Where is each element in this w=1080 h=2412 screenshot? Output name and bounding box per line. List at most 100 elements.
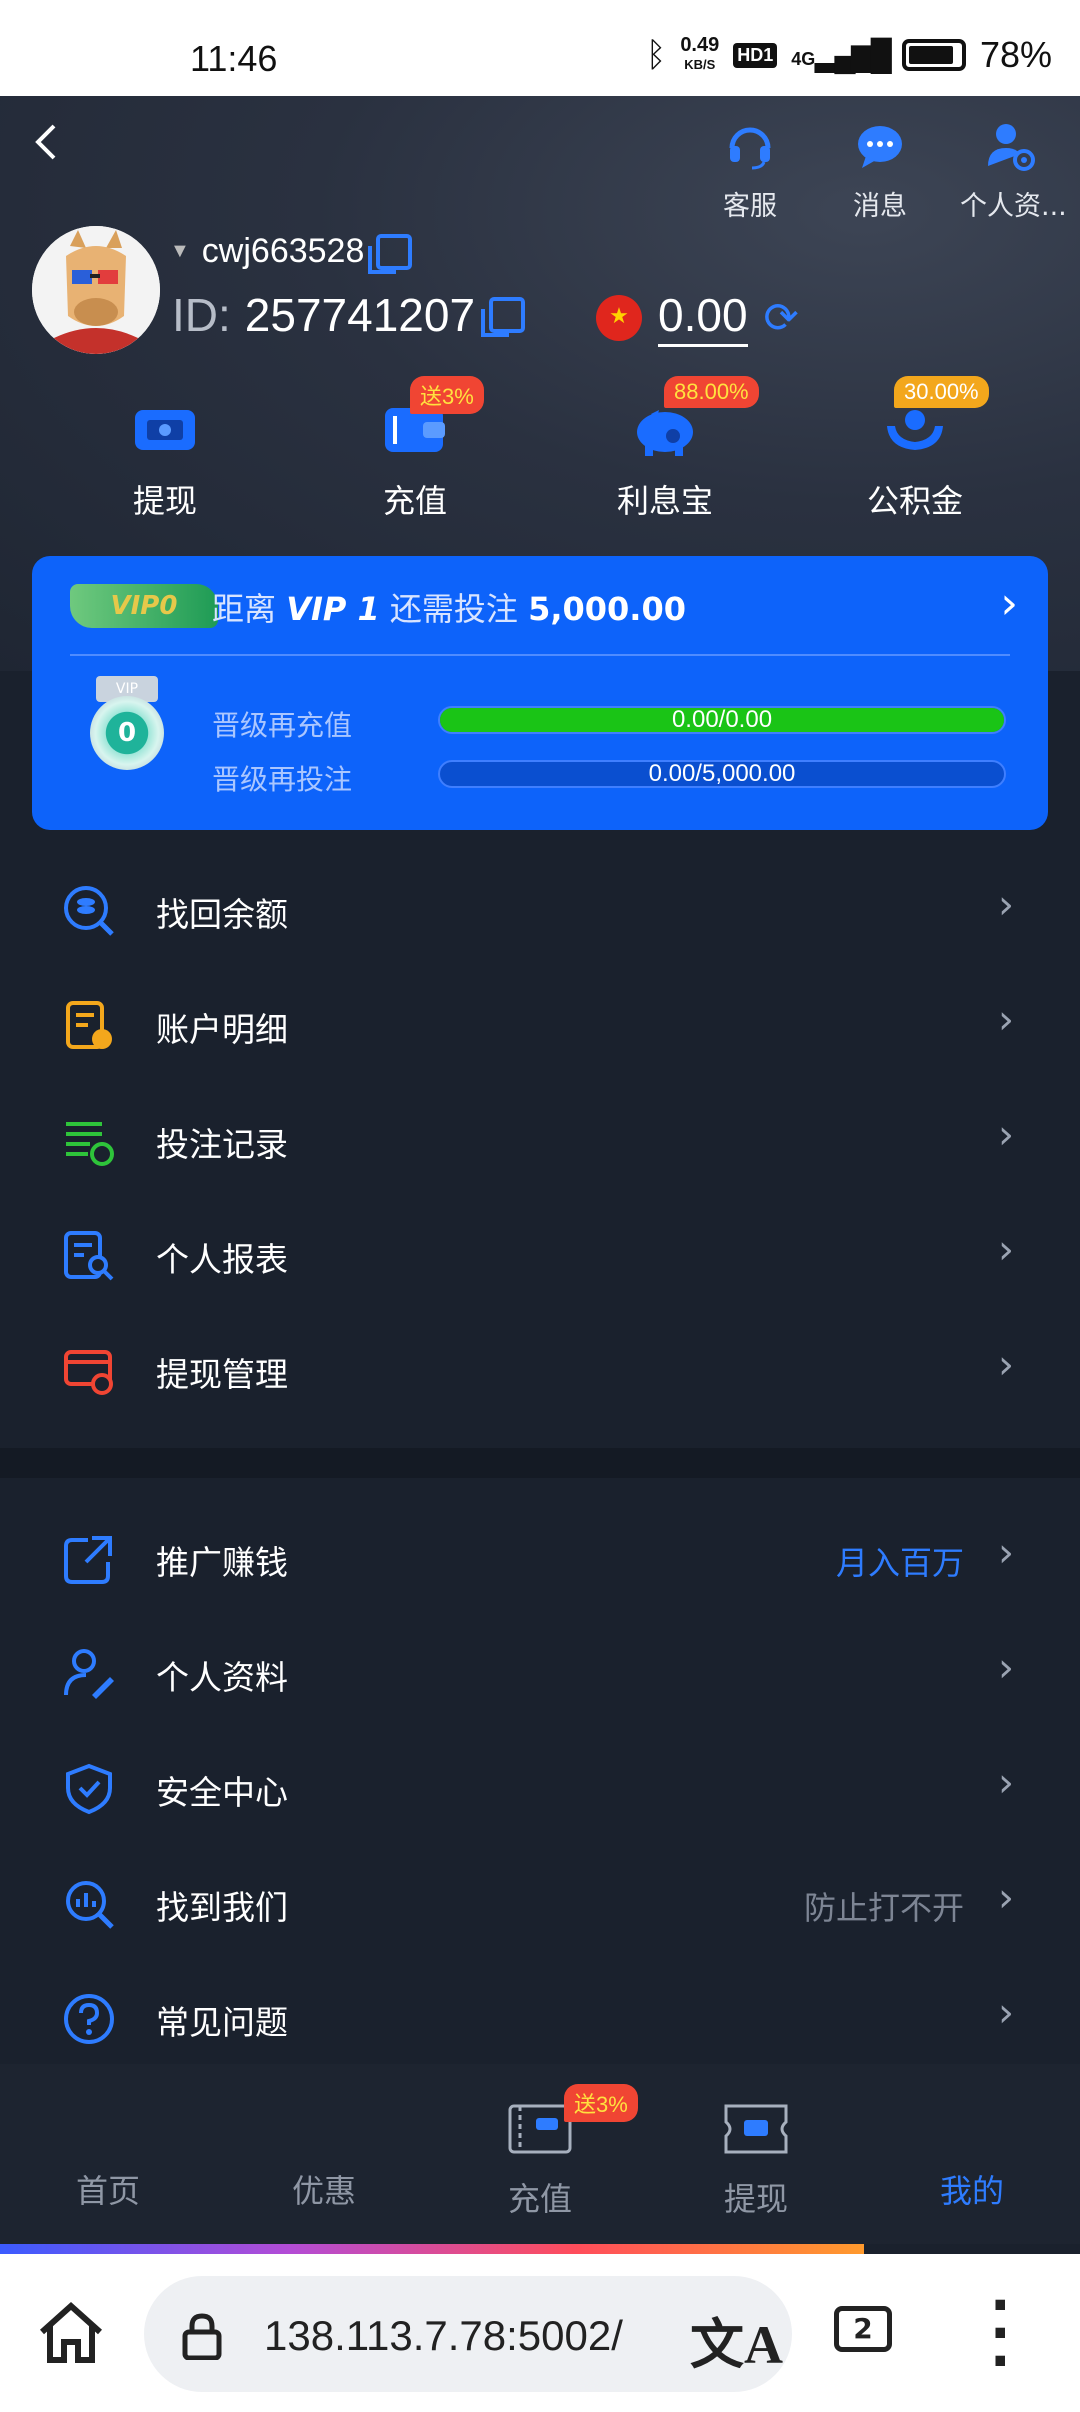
url-text: 138.113.7.78:5002/ [264,2312,623,2359]
quick-fund-label: 公积金 [866,482,963,520]
quick-fund-button[interactable]: 30.00% 公积金 [790,376,1040,522]
bet-progress-label: 晋级再投注 [212,763,353,796]
signal-icon: 4G▂▄▆█ [791,38,892,72]
account-menu: 找回余额 › 账户明细 › 投注记录 › 个人报表 › 提现管理 › [0,852,1080,1427]
bet-progress-bar: 0.00/5,000.00 [438,760,1006,788]
user-edit-icon [64,1649,114,1699]
network-speed: 0.49 KB/S [680,34,720,72]
menu-label: 账户明细 [156,1010,288,1049]
nav-label: 我的 [939,2172,1004,2210]
nav-promotions[interactable]: 优惠 [216,2166,432,2212]
bet-records-icon [66,1122,114,1166]
interest-rate-badge: 88.00% [664,376,759,408]
chevron-right-icon: › [998,1227,1014,1273]
customer-service-button[interactable]: 客服 [700,120,800,223]
menu-personal-report[interactable]: 个人报表 › [0,1197,1080,1312]
bottom-nav: 首页 优惠 送3% 充值 提现 我的 [0,2064,1080,2244]
nav-label: 充值 [507,2180,572,2218]
chevron-right-icon: › [998,1645,1014,1691]
nav-label: 首页 [75,2172,140,2210]
tab-count-button[interactable]: 2 [834,2306,892,2352]
menu-profile[interactable]: 个人资料 › [0,1615,1080,1730]
avatar[interactable] [32,226,160,354]
nav-label: 优惠 [291,2172,356,2210]
copy-id-icon[interactable] [481,297,526,337]
quick-withdraw-button[interactable]: 提现 [40,396,290,522]
vip-medal-icon: 0 [90,696,164,770]
chevron-right-icon: › [998,882,1014,928]
find-us-hint: 防止打不开 [803,1889,964,1927]
chevron-right-icon[interactable]: › [1000,578,1018,629]
status-time: 11:46 [190,38,278,79]
question-icon [64,1994,114,2044]
customer-service-label: 客服 [723,191,777,222]
menu-label: 找回余额 [156,895,288,934]
card-settings-icon [64,1350,113,1395]
chevron-right-icon: › [998,1530,1014,1576]
bluetooth-icon: ᛒ [645,35,667,74]
menu-faq[interactable]: 常见问题 › [0,1960,1080,2075]
more-menu-icon[interactable]: · · · [990,2279,1011,2389]
profile-info-button[interactable]: 个人资... [960,120,1067,223]
battery-percent: 78% [979,34,1052,75]
quick-withdraw-label: 提现 [132,482,197,520]
horse-avatar-icon [32,226,160,354]
nav-deposit[interactable]: 送3% 充值 [432,2084,648,2220]
chevron-right-icon: › [998,1990,1014,2036]
menu-label: 提现管理 [156,1355,288,1394]
messages-button[interactable]: 消息 [830,120,930,223]
menu-find-us[interactable]: 找到我们 防止打不开 › [0,1845,1080,1960]
section-divider [0,1448,1080,1478]
china-flag-icon: ★ [596,294,642,341]
shield-icon [66,1763,112,1815]
user-id: 257741207 [244,289,476,341]
id-label: ID: [172,289,231,341]
menu-label: 投注记录 [156,1125,288,1164]
home-icon[interactable] [36,2298,106,2368]
menu-label: 个人报表 [156,1240,288,1279]
recharge-progress-bar: 0.00/0.00 [438,706,1006,734]
nav-home[interactable]: 首页 [0,2166,216,2212]
status-icons: ᛒ 0.49 KB/S HD1 4G▂▄▆█ 78% [646,34,1052,76]
menu-label: 找到我们 [156,1888,288,1927]
menu-recover-balance[interactable]: 找回余额 › [0,852,1080,967]
lock-icon [182,2313,222,2360]
page-load-progress [0,2244,864,2254]
account-details-icon [66,1001,112,1049]
quick-interest-button[interactable]: 88.00% 利息宝 [540,376,790,522]
menu-label: 安全中心 [156,1773,288,1812]
quick-actions: 提现 送3% 充值 88.00% 利息宝 30.00% 公积金 [0,376,1080,522]
menu-security-center[interactable]: 安全中心 › [0,1730,1080,1845]
back-icon[interactable] [30,120,60,175]
dropdown-icon[interactable]: ▼ [170,240,190,263]
menu-withdraw-management[interactable]: 提现管理 › [0,1312,1080,1427]
translate-icon[interactable]: 文A [690,2300,783,2379]
search-chart-icon [66,1881,114,1929]
user-id-row: ID: 257741207 [172,288,526,342]
menu-promotion[interactable]: 推广赚钱 月入百万 › [0,1500,1080,1615]
menu-account-details[interactable]: 账户明细 › [0,967,1080,1082]
chevron-right-icon: › [998,1342,1014,1388]
copy-username-icon[interactable] [368,233,413,274]
report-search-icon [64,1231,114,1281]
nav-label: 提现 [723,2180,788,2218]
refresh-icon[interactable]: ⟳ [764,293,799,342]
quick-deposit-label: 充值 [382,482,447,520]
username: cwj663528 [201,232,365,270]
chevron-right-icon: › [998,997,1014,1043]
menu-label: 推广赚钱 [156,1543,288,1582]
nav-mine[interactable]: 我的 [864,2166,1080,2212]
profile-info-label: 个人资... [960,191,1067,222]
recharge-progress-label: 晋级再充值 [212,709,353,742]
vip-progress-text: 距离 VIP 1 还需投注 5,000.00 [212,590,686,628]
bet-progress-value: 0.00/5,000.00 [648,760,796,787]
vip-card[interactable]: VIP0 距离 VIP 1 还需投注 5,000.00 › VIP 0 晋级再充… [32,556,1048,830]
status-bar: 11:46 ᛒ 0.49 KB/S HD1 4G▂▄▆█ 78% [0,0,1080,96]
menu-bet-records[interactable]: 投注记录 › [0,1082,1080,1197]
quick-deposit-button[interactable]: 送3% 充值 [290,376,540,522]
chevron-right-icon: › [998,1760,1014,1806]
nav-withdraw[interactable]: 提现 [648,2100,864,2220]
balance-row: ★ 0.00 ⟳ [596,288,799,347]
messages-label: 消息 [853,191,907,222]
deposit-bonus-badge: 送3% [410,376,484,414]
